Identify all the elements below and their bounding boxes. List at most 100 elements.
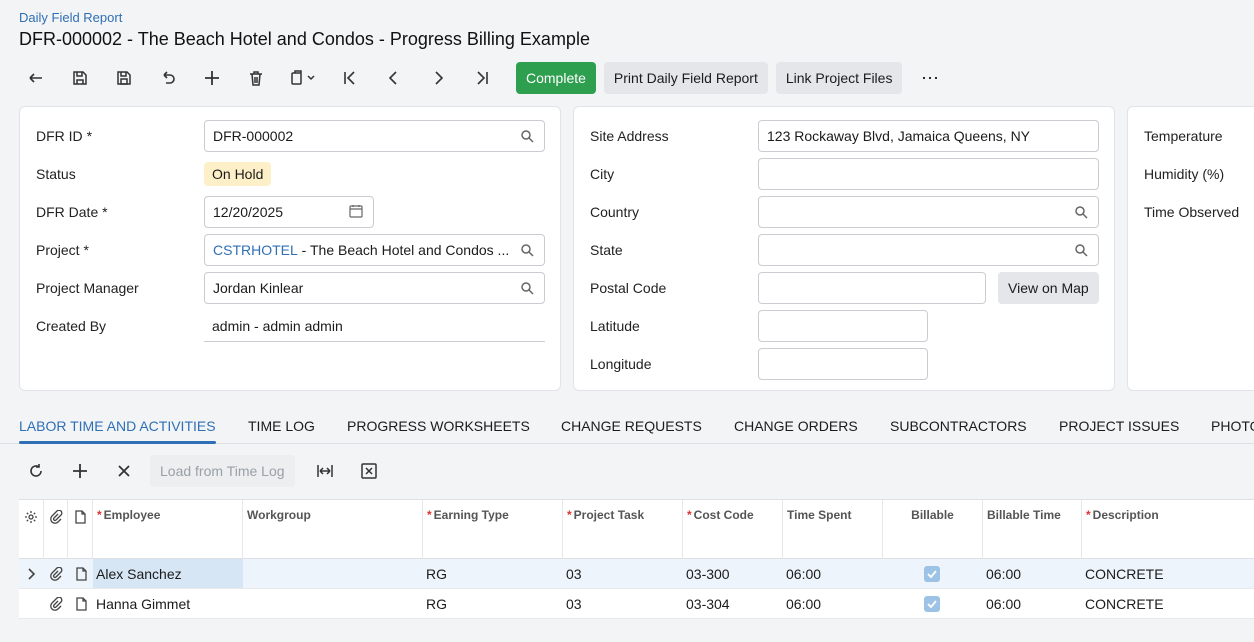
dfr-id-field[interactable]: DFR-000002 — [204, 120, 545, 152]
site-address-field[interactable]: 123 Rockaway Blvd, Jamaica Queens, NY — [758, 120, 1099, 152]
time-spent-column-header[interactable]: Time Spent — [783, 500, 883, 559]
table-row[interactable]: Alex Sanchez RG 03 03-300 06:00 06:00 CO… — [19, 559, 1254, 589]
document-icon — [73, 510, 87, 524]
paperclip-icon[interactable] — [49, 596, 63, 611]
document-icon[interactable] — [74, 567, 88, 581]
previous-icon[interactable] — [372, 62, 416, 94]
search-icon[interactable] — [520, 129, 534, 143]
tab-subcontractors[interactable]: SUBCONTRACTORS — [890, 418, 1027, 434]
search-icon[interactable] — [1074, 205, 1088, 219]
active-tab-indicator — [19, 441, 216, 444]
time-observed-label: Time Observed — [1144, 204, 1240, 220]
employee-cell[interactable]: Alex Sanchez — [93, 559, 243, 588]
project-manager-field[interactable]: Jordan Kinlear — [204, 272, 545, 304]
link-project-files-button[interactable]: Link Project Files — [775, 62, 903, 94]
delete-row-icon[interactable] — [102, 455, 146, 487]
search-icon[interactable] — [520, 243, 534, 257]
site-address-label: Site Address — [590, 128, 669, 144]
cost-code-cell[interactable]: 03-300 — [683, 559, 783, 588]
workgroup-cell[interactable] — [243, 589, 423, 618]
description-cell[interactable]: CONCRETE — [1082, 589, 1254, 618]
first-record-icon[interactable] — [328, 62, 372, 94]
back-icon[interactable] — [14, 62, 58, 94]
tab-change-requests[interactable]: CHANGE REQUESTS — [561, 418, 702, 434]
weather-panel: Temperature Humidity (%) Time Observed — [1127, 106, 1254, 391]
summary-panel: DFR ID * DFR-000002 Status On Hold DFR D… — [19, 106, 561, 391]
tab-time-log[interactable]: TIME LOG — [248, 418, 315, 434]
latitude-label: Latitude — [590, 318, 640, 334]
table-row[interactable]: Hanna Gimmet RG 03 03-304 06:00 06:00 CO… — [19, 589, 1254, 619]
dfr-id-label: DFR ID * — [36, 128, 93, 144]
save-icon[interactable] — [102, 62, 146, 94]
project-task-cell[interactable]: 03 — [563, 559, 683, 588]
dfr-date-label: DFR Date * — [36, 204, 108, 220]
fit-columns-icon[interactable] — [303, 455, 347, 487]
employee-cell[interactable]: Hanna Gimmet — [93, 589, 243, 618]
tab-progress-worksheets[interactable]: PROGRESS WORKSHEETS — [347, 418, 530, 434]
labor-grid: * Employee Workgroup * Earning Type * Proje… — [19, 499, 1254, 619]
tab-bar: LABOR TIME AND ACTIVITIES TIME LOG PROGR… — [0, 410, 1254, 444]
delete-icon[interactable] — [234, 62, 278, 94]
city-field[interactable] — [758, 158, 1099, 190]
cost-code-column-header[interactable]: * Cost Code — [683, 500, 783, 559]
tab-labor-time-and-activities[interactable]: LABOR TIME AND ACTIVITIES — [19, 418, 216, 434]
print-daily-field-report-button[interactable]: Print Daily Field Report — [603, 62, 768, 94]
copy-paste-icon[interactable] — [278, 62, 328, 94]
humidity-label: Humidity (%) — [1144, 166, 1225, 182]
latitude-field[interactable] — [758, 310, 928, 342]
add-icon[interactable] — [190, 62, 234, 94]
view-on-map-button[interactable]: View on Map — [998, 272, 1099, 304]
project-task-cell[interactable]: 03 — [563, 589, 683, 618]
earning-type-column-header[interactable]: * Earning Type — [423, 500, 563, 559]
breadcrumb[interactable]: Daily Field Report — [19, 10, 122, 25]
billable-time-column-header[interactable]: Billable Time — [983, 500, 1082, 559]
time-spent-cell[interactable]: 06:00 — [783, 559, 883, 588]
complete-button[interactable]: Complete — [516, 62, 596, 94]
billable-time-cell[interactable]: 06:00 — [983, 589, 1082, 618]
undo-icon[interactable] — [146, 62, 190, 94]
refresh-icon[interactable] — [14, 455, 58, 487]
document-icon[interactable] — [74, 597, 88, 611]
cost-code-cell[interactable]: 03-304 — [683, 589, 783, 618]
paperclip-icon[interactable] — [49, 566, 63, 581]
add-row-icon[interactable] — [58, 455, 102, 487]
gear-icon[interactable] — [24, 510, 38, 524]
project-code-link[interactable]: CSTRHOTEL — [213, 242, 298, 258]
project-task-column-header[interactable]: * Project Task — [563, 500, 683, 559]
last-record-icon[interactable] — [460, 62, 504, 94]
workgroup-column-header[interactable]: Workgroup — [243, 500, 423, 559]
longitude-field[interactable] — [758, 348, 928, 380]
load-from-time-log-button[interactable]: Load from Time Log — [150, 455, 295, 487]
settings-column-header — [19, 500, 44, 559]
export-excel-icon[interactable] — [347, 455, 391, 487]
tab-photos[interactable]: PHOTO — [1211, 418, 1254, 434]
next-icon[interactable] — [416, 62, 460, 94]
earning-type-cell[interactable]: RG — [423, 589, 563, 618]
tab-change-orders[interactable]: CHANGE ORDERS — [734, 418, 858, 434]
save-close-icon[interactable] — [58, 62, 102, 94]
search-icon[interactable] — [1074, 243, 1088, 257]
billable-column-header[interactable]: Billable — [883, 500, 983, 559]
earning-type-cell[interactable]: RG — [423, 559, 563, 588]
search-icon[interactable] — [520, 281, 534, 295]
country-field[interactable] — [758, 196, 1099, 228]
tab-project-issues[interactable]: PROJECT ISSUES — [1059, 418, 1179, 434]
workgroup-cell[interactable] — [243, 559, 423, 588]
billable-checkbox[interactable] — [924, 596, 940, 612]
dfr-date-field[interactable]: 12/20/2025 — [204, 196, 374, 228]
project-field[interactable]: CSTRHOTEL - The Beach Hotel and Condos .… — [204, 234, 545, 266]
city-label: City — [590, 166, 615, 182]
more-actions-button[interactable]: ⋯ — [910, 62, 950, 94]
billable-time-cell[interactable]: 06:00 — [983, 559, 1082, 588]
postal-code-field[interactable] — [758, 272, 986, 304]
chevron-right-icon[interactable] — [24, 567, 38, 581]
country-label: Country — [590, 204, 640, 220]
state-field[interactable] — [758, 234, 1099, 266]
billable-checkbox[interactable] — [924, 566, 940, 582]
description-cell[interactable]: CONCRETE — [1082, 559, 1254, 588]
time-spent-cell[interactable]: 06:00 — [783, 589, 883, 618]
calendar-icon[interactable] — [349, 204, 363, 218]
created-by-label: Created By — [36, 318, 107, 334]
employee-column-header[interactable]: * Employee — [93, 500, 243, 559]
description-column-header[interactable]: * Description — [1082, 500, 1254, 559]
